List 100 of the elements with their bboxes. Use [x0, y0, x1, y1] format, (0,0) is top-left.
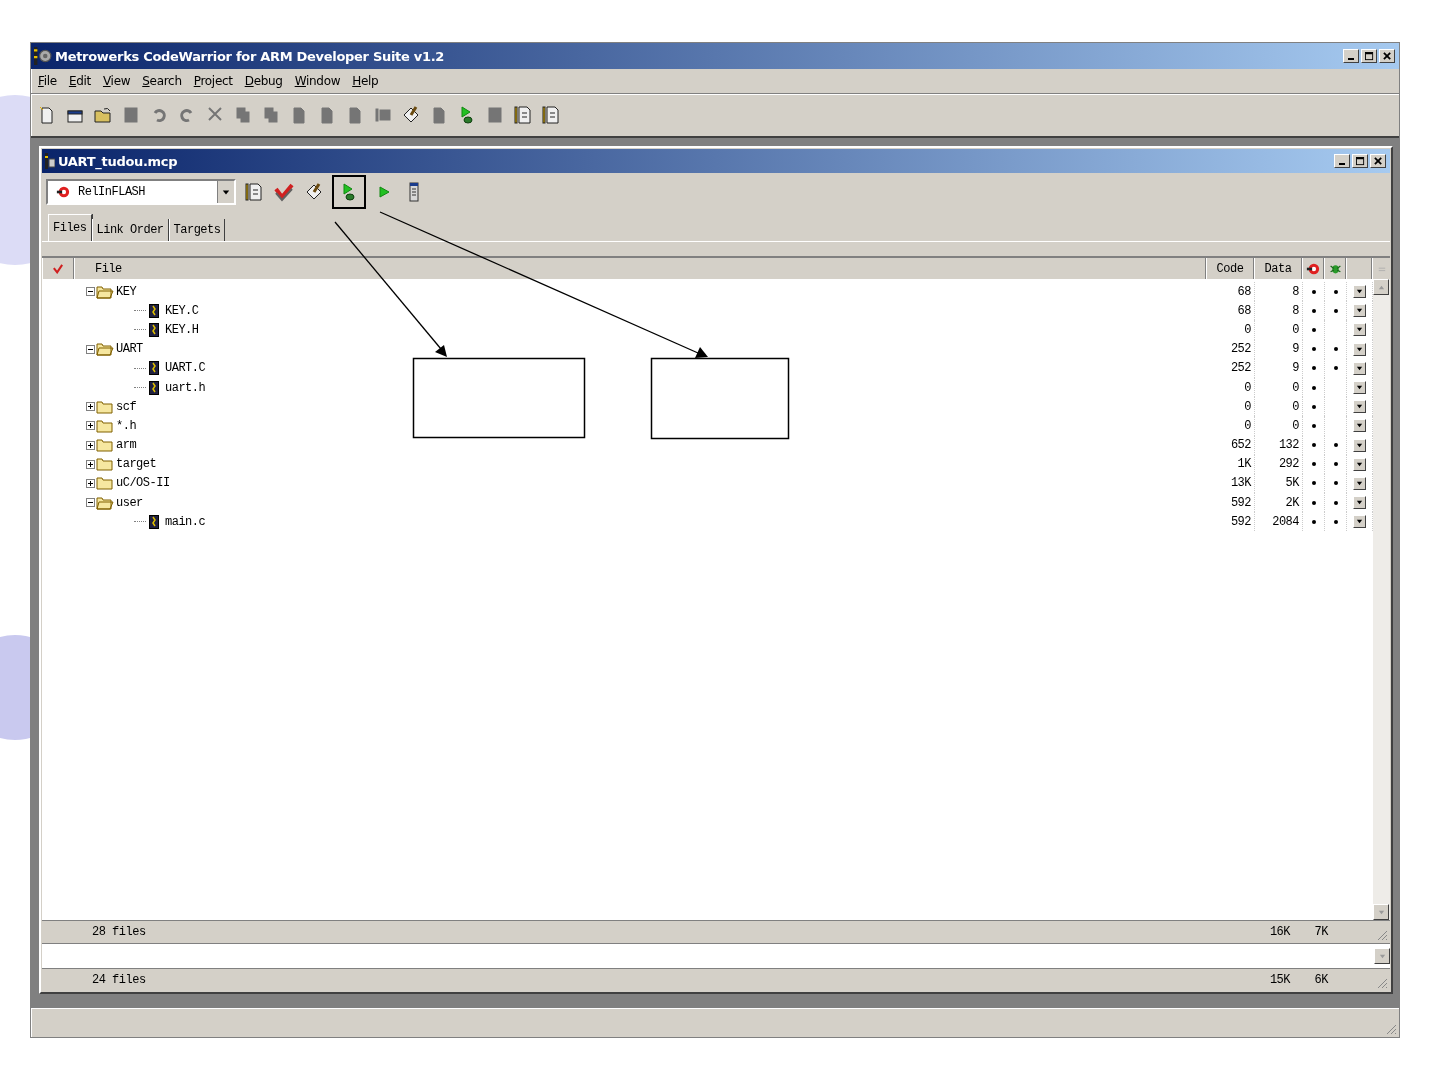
file-name[interactable]: UART.C: [165, 361, 206, 376]
tab[interactable]: Link Order: [91, 219, 169, 241]
code-size: 0: [1207, 397, 1255, 417]
expander-icon[interactable]: [86, 459, 95, 469]
dropdown-arrow-icon: [1356, 326, 1363, 334]
minimize-button[interactable]: [1343, 49, 1359, 63]
scroll-up-button[interactable]: [1373, 279, 1389, 295]
dropdown-arrow-icon: [1356, 422, 1363, 430]
list-document-icon[interactable]: [540, 103, 562, 127]
expander-icon[interactable]: [86, 287, 95, 297]
data-size: 0: [1255, 377, 1303, 398]
file-icon: [149, 380, 159, 395]
code-size: 592: [1207, 512, 1255, 532]
resize-grip-icon: [1385, 1023, 1397, 1035]
maximize-button[interactable]: [1361, 49, 1377, 63]
data-total: 7K: [1313, 925, 1328, 939]
dropdown-arrow-icon: [1356, 499, 1363, 507]
list-document-icon[interactable]: [512, 103, 534, 127]
dropdown-button[interactable]: [1353, 323, 1366, 337]
expander-icon[interactable]: [86, 498, 95, 508]
dropdown-arrow-icon: [1356, 479, 1363, 487]
dropdown-button[interactable]: [1353, 304, 1366, 318]
dropdown-button[interactable]: [1353, 342, 1366, 356]
expander-icon[interactable]: [86, 440, 95, 450]
menu-item[interactable]: File: [38, 74, 57, 88]
open-folder-icon: [96, 495, 114, 510]
dropdown-arrow-icon: [1356, 345, 1363, 353]
document-icon: [45, 153, 55, 169]
menu-item[interactable]: Project: [193, 74, 233, 88]
menu-item[interactable]: View: [102, 74, 131, 88]
file-name[interactable]: uart.h: [165, 380, 206, 395]
open-folder-icon: [96, 284, 114, 299]
file-name[interactable]: target: [116, 457, 157, 472]
code-size: 68: [1207, 301, 1255, 321]
dropdown-arrow-icon: [1356, 460, 1363, 468]
tab[interactable]: Targets: [168, 219, 226, 241]
file-icon: [149, 514, 159, 529]
code-size: 252: [1207, 358, 1255, 378]
bug-play-icon[interactable]: [332, 175, 366, 209]
folder-icon: [96, 418, 114, 433]
dropdown-arrow-icon: [222, 188, 230, 196]
dropdown-button[interactable]: [1353, 438, 1366, 452]
close-icon: [1382, 51, 1392, 61]
close-button[interactable]: [1370, 154, 1386, 168]
file-name[interactable]: scf: [116, 399, 137, 414]
file-name[interactable]: main.c: [165, 514, 206, 529]
menu-item[interactable]: Edit: [68, 74, 91, 88]
expander-icon[interactable]: [86, 421, 95, 431]
target-dropdown[interactable]: RelInFLASH: [46, 179, 236, 205]
scroll-up-icon: [1377, 283, 1385, 291]
file-name[interactable]: KEY: [116, 284, 137, 299]
data-size: 9: [1255, 358, 1303, 378]
menu-item[interactable]: Window: [294, 74, 341, 88]
file-name[interactable]: KEY.C: [165, 303, 199, 318]
dropdown-button[interactable]: [1353, 476, 1366, 490]
dropdown-arrow-icon: [1356, 307, 1363, 315]
data-size: 0: [1255, 397, 1303, 417]
expander-icon[interactable]: [86, 344, 95, 354]
folder-icon: [96, 438, 114, 453]
file-name[interactable]: KEY.H: [165, 322, 199, 337]
scroll-down-button[interactable]: [1373, 904, 1389, 920]
dropdown-button[interactable]: [1353, 457, 1366, 471]
dropdown-button[interactable]: [1353, 419, 1366, 433]
code-size: 0: [1207, 416, 1255, 436]
code-size: 0: [1207, 377, 1255, 398]
menu-item[interactable]: Help: [352, 74, 379, 88]
menu-item[interactable]: Search: [142, 74, 182, 88]
dropdown-button[interactable]: [1353, 400, 1366, 414]
folder-icon: [96, 399, 114, 414]
expander-icon[interactable]: [86, 478, 95, 488]
folder-icon: [96, 457, 114, 472]
file-name[interactable]: *.h: [116, 418, 137, 433]
tab[interactable]: Files: [48, 214, 92, 241]
code-size: 13K: [1207, 473, 1255, 494]
dropdown-button[interactable]: [1353, 361, 1366, 375]
dropdown-button[interactable]: [1353, 496, 1366, 510]
dropdown-button[interactable]: [1353, 285, 1366, 299]
data-size: 132: [1255, 435, 1303, 455]
dropdown-button[interactable]: [1353, 381, 1366, 395]
file-name[interactable]: uC/OS-II: [116, 476, 170, 491]
dropdown-arrow-icon: [1356, 518, 1363, 526]
resize-grip-icon: [1376, 929, 1388, 941]
minimize-button[interactable]: [1334, 154, 1350, 168]
dropdown-arrow-icon: [1356, 441, 1363, 449]
maximize-button[interactable]: [1352, 154, 1368, 168]
file-count: 28 files: [92, 925, 146, 939]
menu-item[interactable]: Debug: [244, 74, 283, 88]
close-button[interactable]: [1379, 49, 1395, 63]
data-total: 6K: [1313, 973, 1328, 987]
file-name[interactable]: UART: [116, 342, 143, 357]
file-name[interactable]: arm: [116, 438, 137, 453]
scroll-down-icon: [1377, 908, 1385, 916]
target-icon: [1306, 261, 1320, 276]
data-size: 5K: [1255, 473, 1303, 494]
dropdown-button[interactable]: [1353, 515, 1366, 529]
file-name[interactable]: user: [116, 495, 143, 510]
expander-icon[interactable]: [86, 402, 95, 412]
scroll-down-button[interactable]: [1374, 948, 1390, 964]
data-size: 9: [1255, 339, 1303, 359]
file-icon: [149, 303, 159, 318]
